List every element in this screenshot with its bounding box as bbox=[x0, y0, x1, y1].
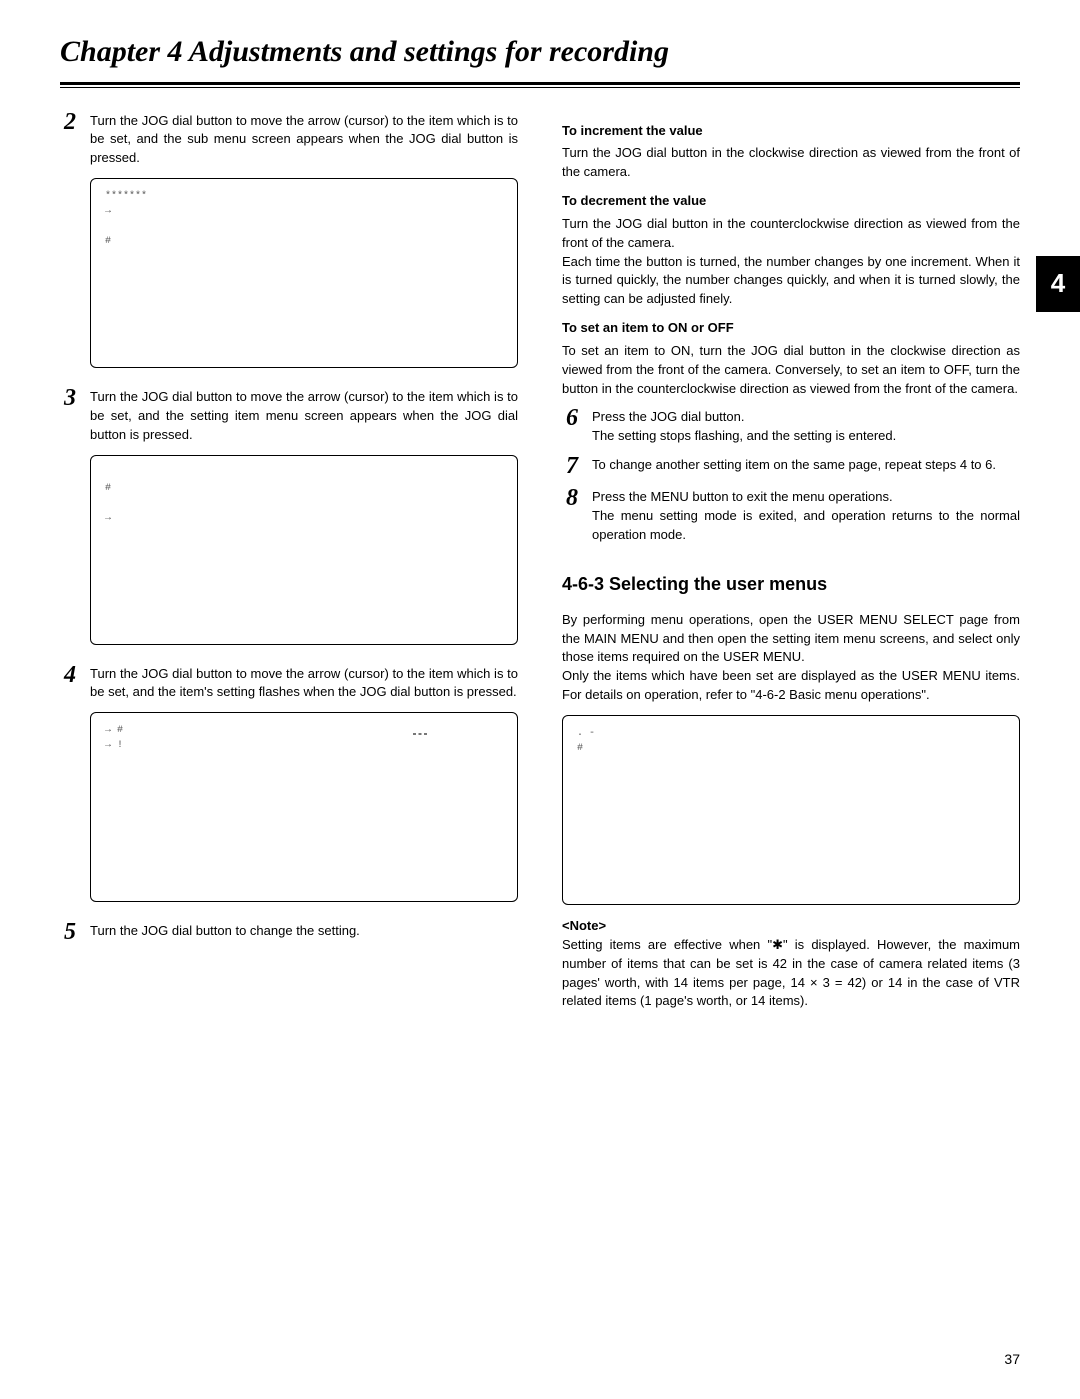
step-text: Turn the JOG dial button to move the arr… bbox=[90, 112, 518, 169]
increment-heading: To increment the value bbox=[562, 122, 1020, 141]
chapter-title: Chapter 4 Adjustments and settings for r… bbox=[60, 30, 1020, 80]
screen-line: # bbox=[577, 741, 1005, 756]
page-number: 37 bbox=[1004, 1349, 1020, 1369]
step-4: 4 Turn the JOG dial button to move the a… bbox=[60, 665, 518, 703]
screen-line: # bbox=[105, 234, 503, 249]
step-text: Press the MENU button to exit the menu o… bbox=[592, 488, 1020, 545]
step-8: 8 Press the MENU button to exit the menu… bbox=[562, 488, 1020, 545]
step-number: 6 bbox=[562, 406, 582, 430]
chapter-tab: 4 bbox=[1036, 256, 1080, 312]
step-text: Turn the JOG dial button to move the arr… bbox=[90, 388, 518, 445]
step-3: 3 Turn the JOG dial button to move the a… bbox=[60, 388, 518, 445]
screen-line: → bbox=[105, 511, 503, 526]
step-7: 7 To change another setting item on the … bbox=[562, 456, 1020, 478]
step-2: 2 Turn the JOG dial button to move the a… bbox=[60, 112, 518, 169]
step-number: 5 bbox=[60, 920, 80, 944]
right-column: To increment the value Turn the JOG dial… bbox=[562, 112, 1020, 1022]
decrement-text-2: Each time the button is turned, the numb… bbox=[562, 253, 1020, 310]
heading-rule-thin bbox=[60, 87, 1020, 88]
screen-line bbox=[105, 219, 503, 234]
step-number: 8 bbox=[562, 486, 582, 510]
screen-line: → bbox=[105, 204, 503, 219]
section-heading-463: 4-6-3 Selecting the user menus bbox=[562, 571, 1020, 597]
increment-text: Turn the JOG dial button in the clockwis… bbox=[562, 144, 1020, 182]
step-text: Turn the JOG dial button to move the arr… bbox=[90, 665, 518, 703]
flashing-value-box bbox=[413, 733, 427, 735]
screen-line: → # bbox=[105, 723, 503, 738]
screen-line bbox=[105, 466, 503, 481]
step-number: 4 bbox=[60, 663, 80, 687]
onoff-heading: To set an item to ON or OFF bbox=[562, 319, 1020, 338]
screen-line: ******* bbox=[105, 189, 503, 204]
screen-line: # bbox=[105, 481, 503, 496]
screen-line: . - bbox=[577, 726, 1005, 741]
step-text: Turn the JOG dial button to change the s… bbox=[90, 922, 518, 941]
decrement-text: Turn the JOG dial button in the counterc… bbox=[562, 215, 1020, 253]
section-para-2: Only the items which have been set are d… bbox=[562, 667, 1020, 705]
screen-line: → ! bbox=[105, 738, 503, 753]
menu-screen-4: → # → ! bbox=[90, 712, 518, 902]
step-number: 2 bbox=[60, 110, 80, 134]
menu-screen-2: ******* → # bbox=[90, 178, 518, 368]
heading-rule-thick bbox=[60, 82, 1020, 85]
step-text: To change another setting item on the sa… bbox=[592, 456, 1020, 475]
step-number: 7 bbox=[562, 454, 582, 478]
screen-line bbox=[105, 496, 503, 511]
section-para-1: By performing menu operations, open the … bbox=[562, 611, 1020, 668]
step-5: 5 Turn the JOG dial button to change the… bbox=[60, 922, 518, 944]
onoff-text: To set an item to ON, turn the JOG dial … bbox=[562, 342, 1020, 399]
step-text: Press the JOG dial button. The setting s… bbox=[592, 408, 1020, 446]
two-column-layout: 2 Turn the JOG dial button to move the a… bbox=[60, 112, 1020, 1022]
note-text: Setting items are effective when "✱" is … bbox=[562, 936, 1020, 1011]
step-6: 6 Press the JOG dial button. The setting… bbox=[562, 408, 1020, 446]
decrement-heading: To decrement the value bbox=[562, 192, 1020, 211]
left-column: 2 Turn the JOG dial button to move the a… bbox=[60, 112, 518, 1022]
step-number: 3 bbox=[60, 386, 80, 410]
user-menu-select-screen: . - # bbox=[562, 715, 1020, 905]
note-label: <Note> bbox=[562, 917, 1020, 936]
menu-screen-3: # → bbox=[90, 455, 518, 645]
